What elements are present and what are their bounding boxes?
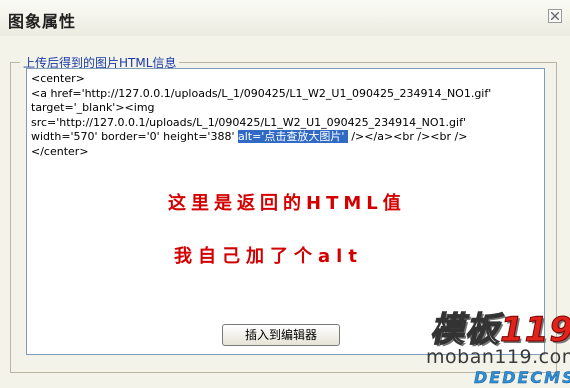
watermark-logo: 模板119 [429,302,570,351]
watermark-site: moban119.com [426,346,570,368]
code-line: target='_blank'><img [31,101,155,114]
watermark-brand: DEDECMS [474,368,570,387]
code-text: width='570' border='0' height='388' [31,130,238,143]
dialog-body: 上传后得到的图片HTML信息 <center> <a href='http://… [0,36,570,388]
watermark-logo-number: 119 [500,310,570,351]
code-line: width='570' border='0' height='388' alt=… [31,130,540,145]
code-line: <a href='http://127.0.0.1/uploads/L_1/09… [31,86,492,100]
watermark-logo-text: 模板 [429,309,500,350]
code-text: /></a><br /><br /> [347,130,468,143]
annotation-returned-html: 这里是返回的HTML值 [168,193,406,214]
selected-alt-text: alt='点击查放大图片' [237,130,348,143]
code-line: src='http://127.0.0.1/uploads/L_1/090425… [31,115,466,129]
code-line: <center> [31,72,85,85]
annotation-added-alt: 我自己加了个alt [174,246,363,267]
window-title: 图象属性 [8,12,77,31]
close-button[interactable] [548,9,562,23]
insert-to-editor-button[interactable]: 插入到编辑器 [222,324,340,346]
code-line: </center> [31,144,89,158]
title-bar: 图象属性 [0,0,570,37]
close-icon [551,12,559,20]
